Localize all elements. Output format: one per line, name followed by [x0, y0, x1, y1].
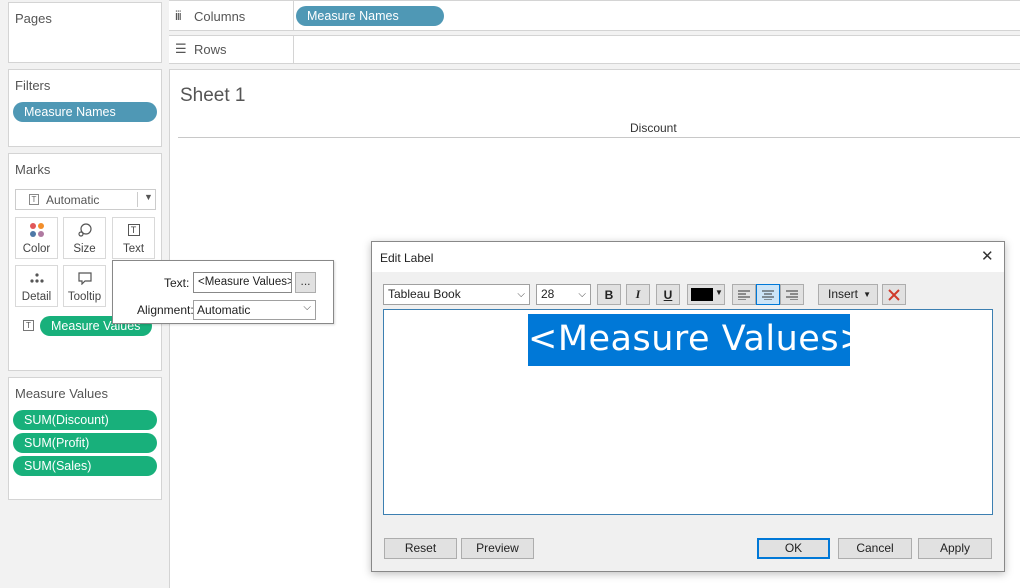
column-header-discount: Discount [630, 121, 677, 135]
alignment-select[interactable]: Automatic ⌵ [193, 300, 316, 320]
rows-icon: ☰ [175, 41, 187, 56]
dialog-title: Edit Label [380, 251, 434, 265]
chevron-down-icon: ⌵ [578, 289, 586, 300]
size-label: Size [73, 243, 96, 255]
reset-button[interactable]: Reset [384, 538, 457, 559]
chevron-down-icon: ▼ [863, 290, 871, 299]
italic-button[interactable]: I [626, 284, 650, 305]
editor-selected-text[interactable]: <Measure Values> [528, 314, 868, 366]
edit-label-dialog: Edit Label ✕ Tableau Book ⌵ 28 ⌵ B I U ▼… [371, 241, 1005, 572]
marks-color-button[interactable]: Color [15, 217, 58, 259]
underline-button[interactable]: U [656, 284, 680, 305]
text-more-button[interactable]: ... [295, 272, 316, 293]
color-label: Color [22, 243, 51, 255]
chevron-down-icon: ⌵ [517, 289, 525, 300]
text-field-label: Text: [164, 276, 190, 290]
header-divider [178, 137, 1020, 138]
rows-divider [293, 36, 294, 64]
text-label: Text [122, 243, 145, 255]
size-select[interactable]: 28 ⌵ [536, 284, 591, 305]
columns-label: Columns [194, 9, 246, 24]
marks-text-button[interactable]: T Text [112, 217, 155, 259]
filters-card: Filters Measure Names [8, 69, 162, 147]
alignment-value: Automatic [197, 303, 251, 317]
marks-title: Marks [15, 162, 51, 177]
align-center-icon [762, 290, 774, 300]
chevron-down-icon: ▼ [144, 192, 153, 202]
pages-title: Pages [15, 11, 52, 26]
columns-icon: iii [175, 8, 182, 23]
automatic-mark-icon: T [29, 194, 39, 205]
align-left-button[interactable] [732, 284, 756, 305]
chevron-down-icon: ▼ [715, 288, 723, 297]
label-editor[interactable]: <Measure Values> [383, 309, 993, 515]
color-swatch [691, 288, 713, 301]
align-left-icon [738, 290, 750, 300]
columns-divider [293, 1, 294, 31]
rows-shelf[interactable]: ☰ Rows [169, 35, 1020, 64]
chevron-down-icon: ⌵ [303, 302, 311, 313]
dialog-titlebar: Edit Label ✕ [372, 242, 1004, 272]
detail-label: Detail [21, 291, 52, 303]
filter-pill-measure-names[interactable]: Measure Names [13, 102, 157, 122]
mark-type-divider [137, 192, 138, 207]
marks-tooltip-button[interactable]: Tooltip [63, 265, 106, 307]
filters-title: Filters [15, 78, 51, 93]
measure-pill-discount[interactable]: SUM(Discount) [13, 410, 157, 430]
align-right-icon [786, 290, 798, 300]
bold-button[interactable]: B [597, 284, 621, 305]
pages-card: Pages [8, 2, 162, 63]
columns-pill-measure-names[interactable]: Measure Names [296, 6, 444, 26]
color-icon [16, 218, 57, 242]
close-icon[interactable]: ✕ [981, 247, 994, 265]
insert-button[interactable]: Insert ▼ [818, 284, 878, 305]
text-encoding-icon: T [23, 320, 34, 331]
text-color-button[interactable]: ▼ [687, 284, 725, 305]
text-icon: T [113, 218, 154, 242]
mark-type-label: Automatic [46, 193, 100, 207]
align-right-button[interactable] [780, 284, 804, 305]
rows-label: Rows [194, 42, 227, 57]
font-value: Tableau Book [388, 287, 461, 301]
clear-button[interactable] [882, 284, 906, 305]
measure-values-title: Measure Values [15, 386, 108, 401]
measure-pill-profit[interactable]: SUM(Profit) [13, 433, 157, 453]
text-value-field[interactable]: <Measure Values> [193, 272, 292, 293]
size-icon [64, 218, 105, 242]
marks-detail-button[interactable]: Detail [15, 265, 58, 307]
mark-type-select[interactable]: T Automatic ▼ [15, 189, 156, 210]
align-center-button[interactable] [756, 284, 780, 305]
text-mark-popup: Text: <Measure Values> ... Alignment: Au… [112, 260, 334, 324]
tooltip-icon [64, 266, 105, 290]
font-select[interactable]: Tableau Book ⌵ [383, 284, 530, 305]
measure-pill-sales[interactable]: SUM(Sales) [13, 456, 157, 476]
size-value: 28 [541, 287, 555, 301]
marks-size-button[interactable]: Size [63, 217, 106, 259]
ok-button[interactable]: OK [757, 538, 830, 559]
columns-shelf[interactable]: iii Columns Measure Names [169, 0, 1020, 31]
clear-x-icon [888, 288, 900, 301]
measure-values-card: Measure Values SUM(Discount) SUM(Profit)… [8, 377, 162, 500]
detail-icon [16, 266, 57, 290]
insert-label: Insert [828, 287, 859, 301]
alignment-label: Alignment: [137, 303, 194, 317]
tooltip-label: Tooltip [67, 291, 102, 303]
apply-button[interactable]: Apply [918, 538, 992, 559]
preview-button[interactable]: Preview [461, 538, 534, 559]
cancel-button[interactable]: Cancel [838, 538, 912, 559]
sheet-title: Sheet 1 [180, 85, 246, 106]
